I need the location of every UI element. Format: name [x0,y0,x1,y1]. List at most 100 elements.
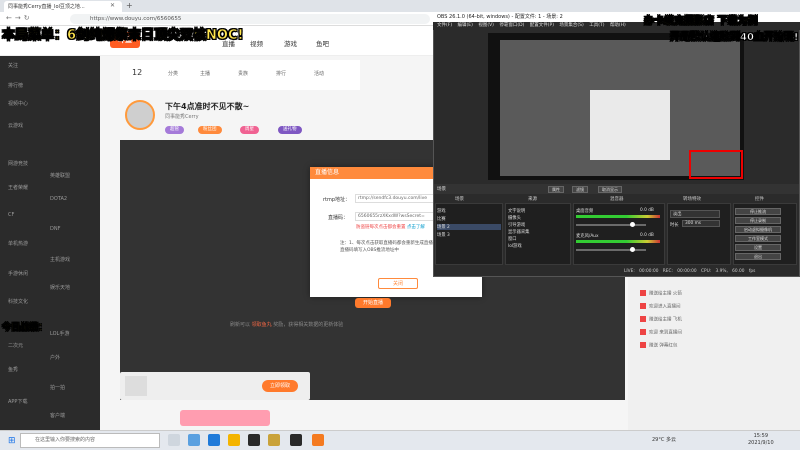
stat-category[interactable]: 分类 [168,70,178,77]
sidebar-item[interactable]: 排行榜 [8,82,23,89]
sidebar-item[interactable]: 娱乐天地 [50,284,70,291]
dialog-warning: 防盗链每次点击都会重置 点击了解 [356,224,425,230]
stat-activity[interactable]: 活动 [314,70,324,77]
nav-item-video[interactable]: 视频 [250,38,263,48]
chat-line: 赠送给主播 飞机 [640,316,682,323]
sidebar-item[interactable]: DOTA2 [50,196,67,202]
scene-item[interactable]: 游戏 [437,208,446,214]
app-icon[interactable] [312,434,324,446]
tab-title: 同事能秀Cerry直播_lol豆顶之地... [8,4,85,10]
sidebar-item[interactable]: 英雄联盟 [50,172,70,179]
nav-item-game[interactable]: 游戏 [284,38,297,48]
mixer-db: 0.0 dB [640,233,654,238]
sidebar-item[interactable]: 单机热游 [8,240,28,247]
volume-knob[interactable] [630,247,635,252]
hint-link[interactable]: 领取鱼丸 [252,322,272,328]
promo-banner[interactable] [180,410,270,426]
sidebar-item[interactable]: 王者荣耀 [8,184,28,191]
sidebar-item[interactable]: APP下载 [8,398,27,405]
browser-icon[interactable] [208,434,220,446]
stop-stream-button[interactable]: 停止推流 [735,208,781,215]
sidebar-item[interactable]: 鱼秀 [8,366,18,373]
volume-slider[interactable] [576,224,646,226]
stat-noble[interactable]: 贵族 [238,70,248,77]
scene-item[interactable]: 比赛 [437,216,446,222]
virtual-cam-button[interactable]: 启动虚拟摄像机 [735,226,781,233]
sidebar-item[interactable]: LOL手游 [50,330,69,337]
browser-tab[interactable]: 同事能秀Cerry直播_lol豆顶之地... [4,1,122,12]
selected-source-box[interactable] [689,150,743,179]
tag-admin[interactable]: 超管 [165,126,184,134]
clock[interactable]: 15:59 2021/9/10 [748,433,774,447]
chat-panel [628,277,800,430]
url-input[interactable]: https://www.douyu.com/6560655 [70,14,430,24]
source-item[interactable]: lol游戏 [508,243,522,249]
studio-mode-button[interactable]: 工作室模式 [735,235,781,242]
rtmp-label: rtmp地址： [323,197,351,203]
source-item[interactable]: 摄像头 [508,215,521,221]
close-button[interactable]: 关闭 [378,278,418,289]
stop-record-button[interactable]: 停止录制 [735,217,781,224]
source-item[interactable]: 显示器采集 [508,229,529,235]
nav-arrows-icon[interactable]: ←→↻ [6,14,33,22]
nav-item-fishbar[interactable]: 鱼吧 [316,38,329,48]
close-tab-icon[interactable]: ✕ [110,2,115,9]
sidebar-item[interactable]: 云游戏 [8,122,23,129]
sidebar-item[interactable]: 关注 [8,62,18,69]
preview-window [590,90,670,160]
streamer-name[interactable]: 同事能秀Cerry [165,113,199,120]
obs-status-bar: LIVE: 00:00:00 REC: 00:00:00 CPU: 3.9%, … [434,268,799,276]
sidebar-item[interactable]: 视频中心 [8,100,28,107]
sidebar-item[interactable]: DNF [50,226,60,232]
obs2-icon[interactable] [290,434,302,446]
weather[interactable]: 29°C 多云 [652,436,676,443]
stat-host[interactable]: 主播 [200,70,210,77]
sidebar-item[interactable]: 拍一拍 [50,384,65,391]
exit-button[interactable]: 退出 [735,253,781,260]
claim-gift-button[interactable]: 立即领取 [262,380,298,392]
streamer-avatar[interactable] [125,100,155,130]
source-item[interactable]: 引导游戏 [508,222,525,228]
hint-text: 刷新可以 [230,322,251,328]
filters-button[interactable]: 滤镜 [572,186,588,193]
taskbar-search[interactable]: 在这里输入你要搜索的内容 [20,433,160,448]
windows-start-icon[interactable]: ⊞ [8,436,16,446]
duration-input[interactable]: 300 ms [682,220,720,227]
hint-text-2: 奖励，获得相关数据的更新体验 [273,322,344,328]
sidebar-item[interactable]: 客户端 [50,412,65,419]
sidebar-item[interactable]: 手游休闲 [8,270,28,277]
room-title: 下午4点准时不见不散~ [165,102,250,111]
explorer-icon[interactable] [228,434,240,446]
properties-button[interactable]: 属性 [548,186,564,193]
start-live-button[interactable]: 开始直播 [355,298,391,308]
task-view-icon[interactable] [168,434,180,446]
game-icon[interactable] [268,434,280,446]
sidebar-item[interactable]: 主机游戏 [50,256,70,263]
duration-label: 时长 [670,223,679,228]
source-item[interactable]: 文字说明 [508,208,525,214]
warn-link[interactable]: 点击了解 [407,225,425,230]
audio-meter [576,215,660,218]
tag-fans[interactable]: 粉丝团 [198,126,222,134]
sidebar-item[interactable]: 科技文化 [8,298,28,305]
overlay-menu-text: 本局菜单：6剑纯爆祭末日顶尖双核NOC! [2,28,244,44]
sidebar-item[interactable]: 二次元 [8,342,23,349]
source-item[interactable]: 窗口 [508,236,517,242]
sidebar-item[interactable]: CF [8,212,14,218]
tag-gift[interactable]: 送礼物 [278,126,302,134]
new-tab-icon[interactable]: + [126,1,133,10]
stat-rank[interactable]: 排行 [276,70,286,77]
volume-knob[interactable] [630,222,635,227]
transition-select[interactable]: 淡出 [670,210,720,218]
sidebar-item[interactable]: 户外 [50,354,60,361]
volume-slider[interactable] [576,249,646,251]
sidebar-item[interactable]: 网游竞技 [8,160,28,167]
scene-item[interactable]: 场景 3 [437,232,450,238]
scene-item[interactable]: 场景 2 [437,224,501,230]
settings-button[interactable]: 设置 [735,244,781,251]
edge-icon[interactable] [188,434,200,446]
scenes-header: 场景 [455,197,464,202]
obs-icon[interactable] [248,434,260,446]
hide-button[interactable]: 取消显示 [598,186,622,193]
tag-week-star[interactable]: 周星 [240,126,259,134]
